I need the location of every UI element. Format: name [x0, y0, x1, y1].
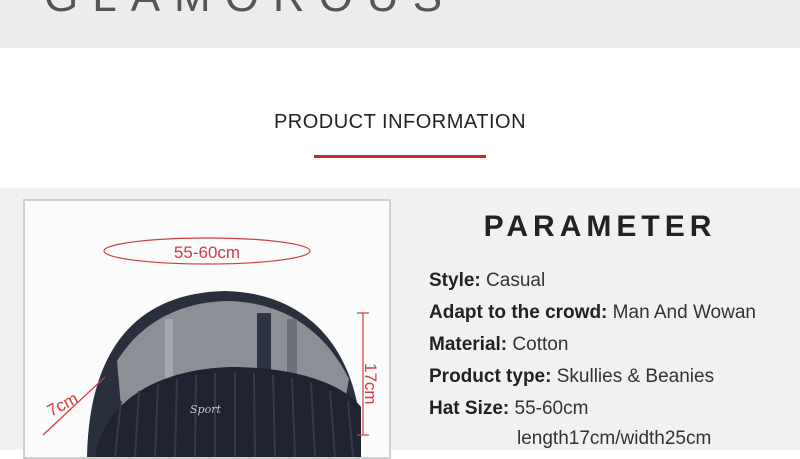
spec-row-material: Material: Cotton	[429, 332, 756, 364]
product-information-heading: PRODUCT INFORMATION	[273, 111, 527, 133]
brand-name: GLAMOROUS	[44, 0, 456, 22]
spec-value: Cotton	[512, 334, 569, 355]
spec-key: Style:	[429, 270, 481, 291]
heading-underline	[314, 155, 486, 158]
spec-key: Adapt to the crowd:	[429, 302, 608, 323]
spec-row-hat-size: Hat Size: 55-60cm	[429, 396, 756, 428]
circumference-label: 55-60cm	[174, 243, 240, 262]
spec-value: Skullies & Beanies	[556, 366, 715, 387]
parameter-heading: PARAMETER	[483, 210, 717, 243]
brim-label: 7cm	[44, 389, 81, 421]
spec-value: 55-60cm	[514, 398, 589, 419]
spec-row-product-type: Product type: Skullies & Beanies	[429, 364, 756, 396]
spec-key: Hat Size:	[429, 398, 510, 419]
hat-size-detail: length17cm/width25cm	[517, 428, 712, 449]
spec-row-crowd: Adapt to the crowd: Man And Wowan	[429, 300, 756, 332]
spec-list: Style: Casual Adapt to the crowd: Man An…	[429, 268, 756, 428]
spec-key: Product type:	[429, 366, 552, 387]
spec-value: Man And Wowan	[612, 302, 756, 323]
spec-key: Material:	[429, 334, 508, 355]
spec-value: Casual	[486, 270, 546, 291]
hat-logo: Sport	[190, 403, 221, 416]
product-photo: Sport 55-60cm 17cm 7cm	[23, 199, 391, 459]
beanie-illustration: Sport 55-60cm 17cm 7cm	[42, 237, 380, 457]
height-label: 17cm	[361, 363, 380, 405]
spec-row-style: Style: Casual	[429, 268, 756, 300]
brand-header-band: GLAMOROUS	[0, 0, 800, 48]
